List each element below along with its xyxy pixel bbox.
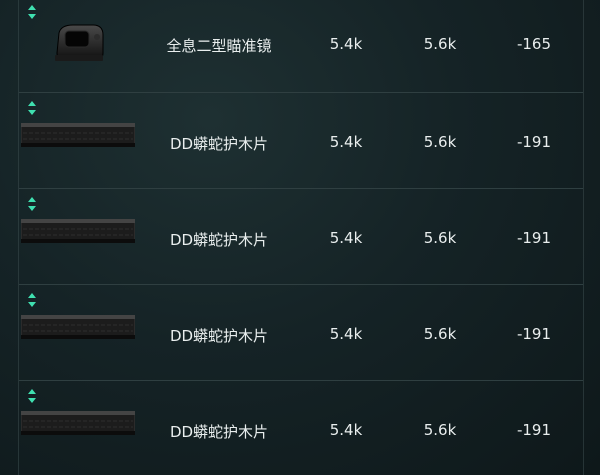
price-difference: -165 — [516, 35, 552, 53]
price-value-2: 5.6k — [423, 421, 457, 439]
swap-arrows-icon[interactable] — [27, 197, 37, 211]
price-value: 5.4k — [329, 133, 363, 151]
price-value-2: 5.6k — [423, 35, 457, 53]
swap-arrows-icon[interactable] — [27, 5, 37, 19]
price-difference: -191 — [516, 421, 552, 439]
price-value: 5.4k — [329, 229, 363, 247]
price-value: 5.4k — [329, 35, 363, 53]
list-item[interactable]: 全息二型瞄准镜 5.4k 5.6k -165 — [19, 0, 583, 92]
handguard-rail-icon — [21, 123, 135, 147]
item-name: DD蟒蛇护木片 — [169, 423, 269, 441]
swap-arrows-icon[interactable] — [27, 293, 37, 307]
scrollbar[interactable] — [584, 0, 600, 475]
handguard-rail-icon — [21, 411, 135, 435]
item-name: DD蟒蛇护木片 — [169, 327, 269, 345]
swap-arrows-icon[interactable] — [27, 101, 37, 115]
price-difference: -191 — [516, 325, 552, 343]
price-difference: -191 — [516, 229, 552, 247]
handguard-rail-icon — [21, 315, 135, 339]
price-value-2: 5.6k — [423, 229, 457, 247]
price-value-2: 5.6k — [423, 133, 457, 151]
item-name: DD蟒蛇护木片 — [169, 231, 269, 249]
list-item[interactable]: DD蟒蛇护木片 5.4k 5.6k -191 — [19, 380, 583, 475]
item-name: 全息二型瞄准镜 — [166, 37, 272, 55]
price-value: 5.4k — [329, 325, 363, 343]
handguard-rail-icon — [21, 219, 135, 243]
price-difference: -191 — [516, 133, 552, 151]
list-item[interactable]: DD蟒蛇护木片 5.4k 5.6k -191 — [19, 284, 583, 379]
price-value: 5.4k — [329, 421, 363, 439]
list-item[interactable]: DD蟒蛇护木片 5.4k 5.6k -191 — [19, 188, 583, 283]
swap-arrows-icon[interactable] — [27, 389, 37, 403]
item-name: DD蟒蛇护木片 — [169, 135, 269, 153]
red-dot-sight-icon — [55, 24, 104, 61]
list-item[interactable]: DD蟒蛇护木片 5.4k 5.6k -191 — [19, 92, 583, 187]
item-price-list: 全息二型瞄准镜 5.4k 5.6k -165 DD蟒蛇护木片 5.4k 5.6k… — [0, 0, 600, 475]
price-value-2: 5.6k — [423, 325, 457, 343]
